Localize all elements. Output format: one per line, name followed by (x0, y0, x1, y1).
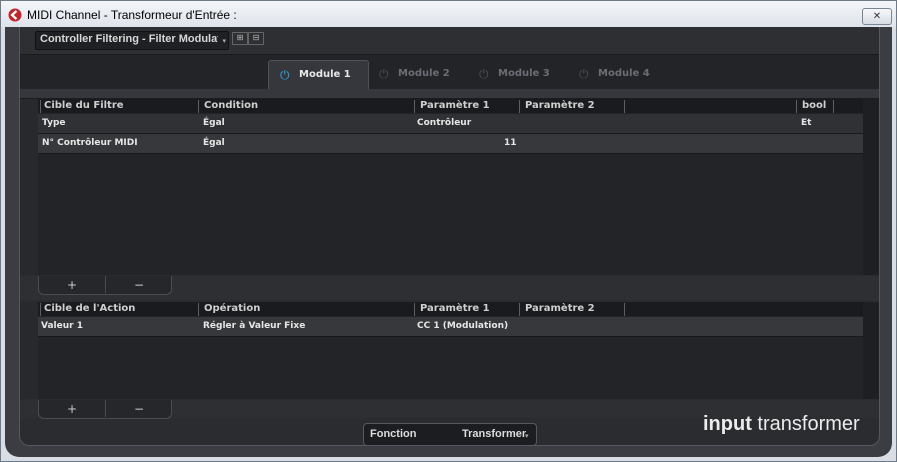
remove-action-button[interactable]: − (106, 401, 172, 417)
column-separator (40, 100, 41, 113)
column-separator (519, 100, 520, 113)
tab-module-4[interactable]: ⏻ Module 4 (568, 60, 667, 89)
preset-bar: Controller Filtering - Filter Modulation… (20, 27, 879, 55)
preset-selector[interactable]: Controller Filtering - Filter Modulation… (35, 31, 229, 50)
column-header[interactable]: Cible de l'Action (44, 303, 135, 314)
logo-light: transformer (751, 413, 860, 435)
column-separator (796, 100, 797, 113)
column-header[interactable]: Paramètre 2 (525, 303, 595, 314)
column-separator (40, 303, 41, 316)
close-button[interactable]: ✕ (862, 8, 892, 25)
tab-label: Module 4 (598, 68, 650, 79)
filter-add-remove: + − (38, 276, 172, 295)
title-bar[interactable]: MIDI Channel - Transformeur d'Entrée : ✕ (1, 1, 896, 29)
column-separator (198, 100, 199, 113)
tab-module-1[interactable]: ⏻ Module 1 (268, 60, 369, 90)
column-separator (833, 100, 834, 113)
power-icon: ⏻ (379, 67, 389, 81)
add-filter-button[interactable]: + (39, 277, 105, 293)
logo-bold: input (703, 413, 752, 435)
column-header[interactable]: Condition (204, 100, 258, 111)
chevron-down-icon: ▾ (222, 37, 226, 45)
action-add-remove: + − (38, 400, 172, 419)
chevron-down-icon: ▾ (525, 432, 529, 440)
filter-condition[interactable]: Égal (203, 138, 225, 148)
action-scroll-strip[interactable] (863, 302, 879, 399)
window-title: MIDI Channel - Transformeur d'Entrée : (27, 8, 237, 22)
column-header[interactable]: bool (802, 100, 826, 111)
editor-panel: Controller Filtering - Filter Modulation… (19, 27, 880, 446)
table-row[interactable]: Valeur 1 Régler à Valeur Fixe CC 1 (Modu… (38, 317, 863, 337)
store-preset-icon[interactable]: ⊞ (232, 32, 248, 45)
filter-bool[interactable]: Et (801, 118, 811, 128)
filter-param1[interactable]: Contrôleur (417, 118, 471, 128)
column-separator (624, 303, 625, 316)
tab-label: Module 3 (498, 68, 550, 79)
filter-gutter (20, 99, 38, 275)
tab-module-2[interactable]: ⏻ Module 2 (368, 60, 467, 89)
filter-target[interactable]: Type (42, 118, 65, 128)
table-row[interactable]: Type Égal Contrôleur Et (38, 114, 863, 134)
column-header[interactable]: Paramètre 1 (420, 303, 490, 314)
remove-preset-icon[interactable]: ⊟ (248, 32, 264, 45)
filter-target[interactable]: N° Contrôleur MIDI (42, 138, 138, 148)
column-separator (198, 303, 199, 316)
action-param1[interactable]: CC 1 (Modulation) (417, 321, 508, 331)
add-action-button[interactable]: + (39, 401, 105, 417)
column-header[interactable]: Paramètre 2 (525, 100, 595, 111)
filter-table-header: Cible du Filtre Condition Paramètre 1 Pa… (38, 99, 863, 113)
tab-underline (20, 89, 879, 99)
action-gutter (20, 302, 38, 399)
function-selector[interactable]: Fonction Transformer ▾ (363, 423, 537, 446)
filter-scroll-strip[interactable] (863, 99, 879, 275)
tab-label: Module 1 (299, 69, 351, 80)
function-label: Fonction (370, 428, 417, 440)
input-transformer-logo: input transformer (703, 413, 860, 436)
action-target[interactable]: Valeur 1 (41, 321, 83, 331)
filter-param1[interactable]: 11 (504, 138, 517, 148)
power-icon: ⏻ (280, 68, 290, 82)
filter-buttons-bar: + − (20, 276, 879, 300)
column-separator (519, 303, 520, 316)
action-table-header: Cible de l'Action Opération Paramètre 1 … (38, 302, 863, 316)
tab-module-3[interactable]: ⏻ Module 3 (468, 60, 567, 89)
function-value[interactable]: Transformer (462, 428, 526, 440)
table-row[interactable]: N° Contrôleur MIDI Égal 11 (38, 134, 863, 154)
app-window: MIDI Channel - Transformeur d'Entrée : ✕… (0, 0, 897, 462)
column-header[interactable]: Cible du Filtre (44, 100, 124, 111)
filter-condition[interactable]: Égal (203, 118, 225, 128)
cubase-logo-icon (8, 8, 22, 22)
action-operation[interactable]: Régler à Valeur Fixe (203, 321, 305, 331)
power-icon: ⏻ (579, 67, 589, 81)
filter-table: Cible du Filtre Condition Paramètre 1 Pa… (38, 99, 863, 275)
remove-filter-button[interactable]: − (106, 277, 172, 293)
module-tabs: ⏻ Module 1 ⏻ Module 2 ⏻ Module 3 ⏻ Modul… (20, 55, 879, 90)
column-header[interactable]: Opération (204, 303, 260, 314)
column-separator (624, 100, 625, 113)
column-separator (414, 100, 415, 113)
action-table: Cible de l'Action Opération Paramètre 1 … (38, 302, 863, 399)
column-separator (414, 303, 415, 316)
column-header[interactable]: Paramètre 1 (420, 100, 490, 111)
editor-frame: Controller Filtering - Filter Modulation… (5, 27, 892, 457)
tab-label: Module 2 (398, 68, 450, 79)
power-icon: ⏻ (479, 67, 489, 81)
preset-name: Controller Filtering - Filter Modulation (40, 33, 218, 45)
